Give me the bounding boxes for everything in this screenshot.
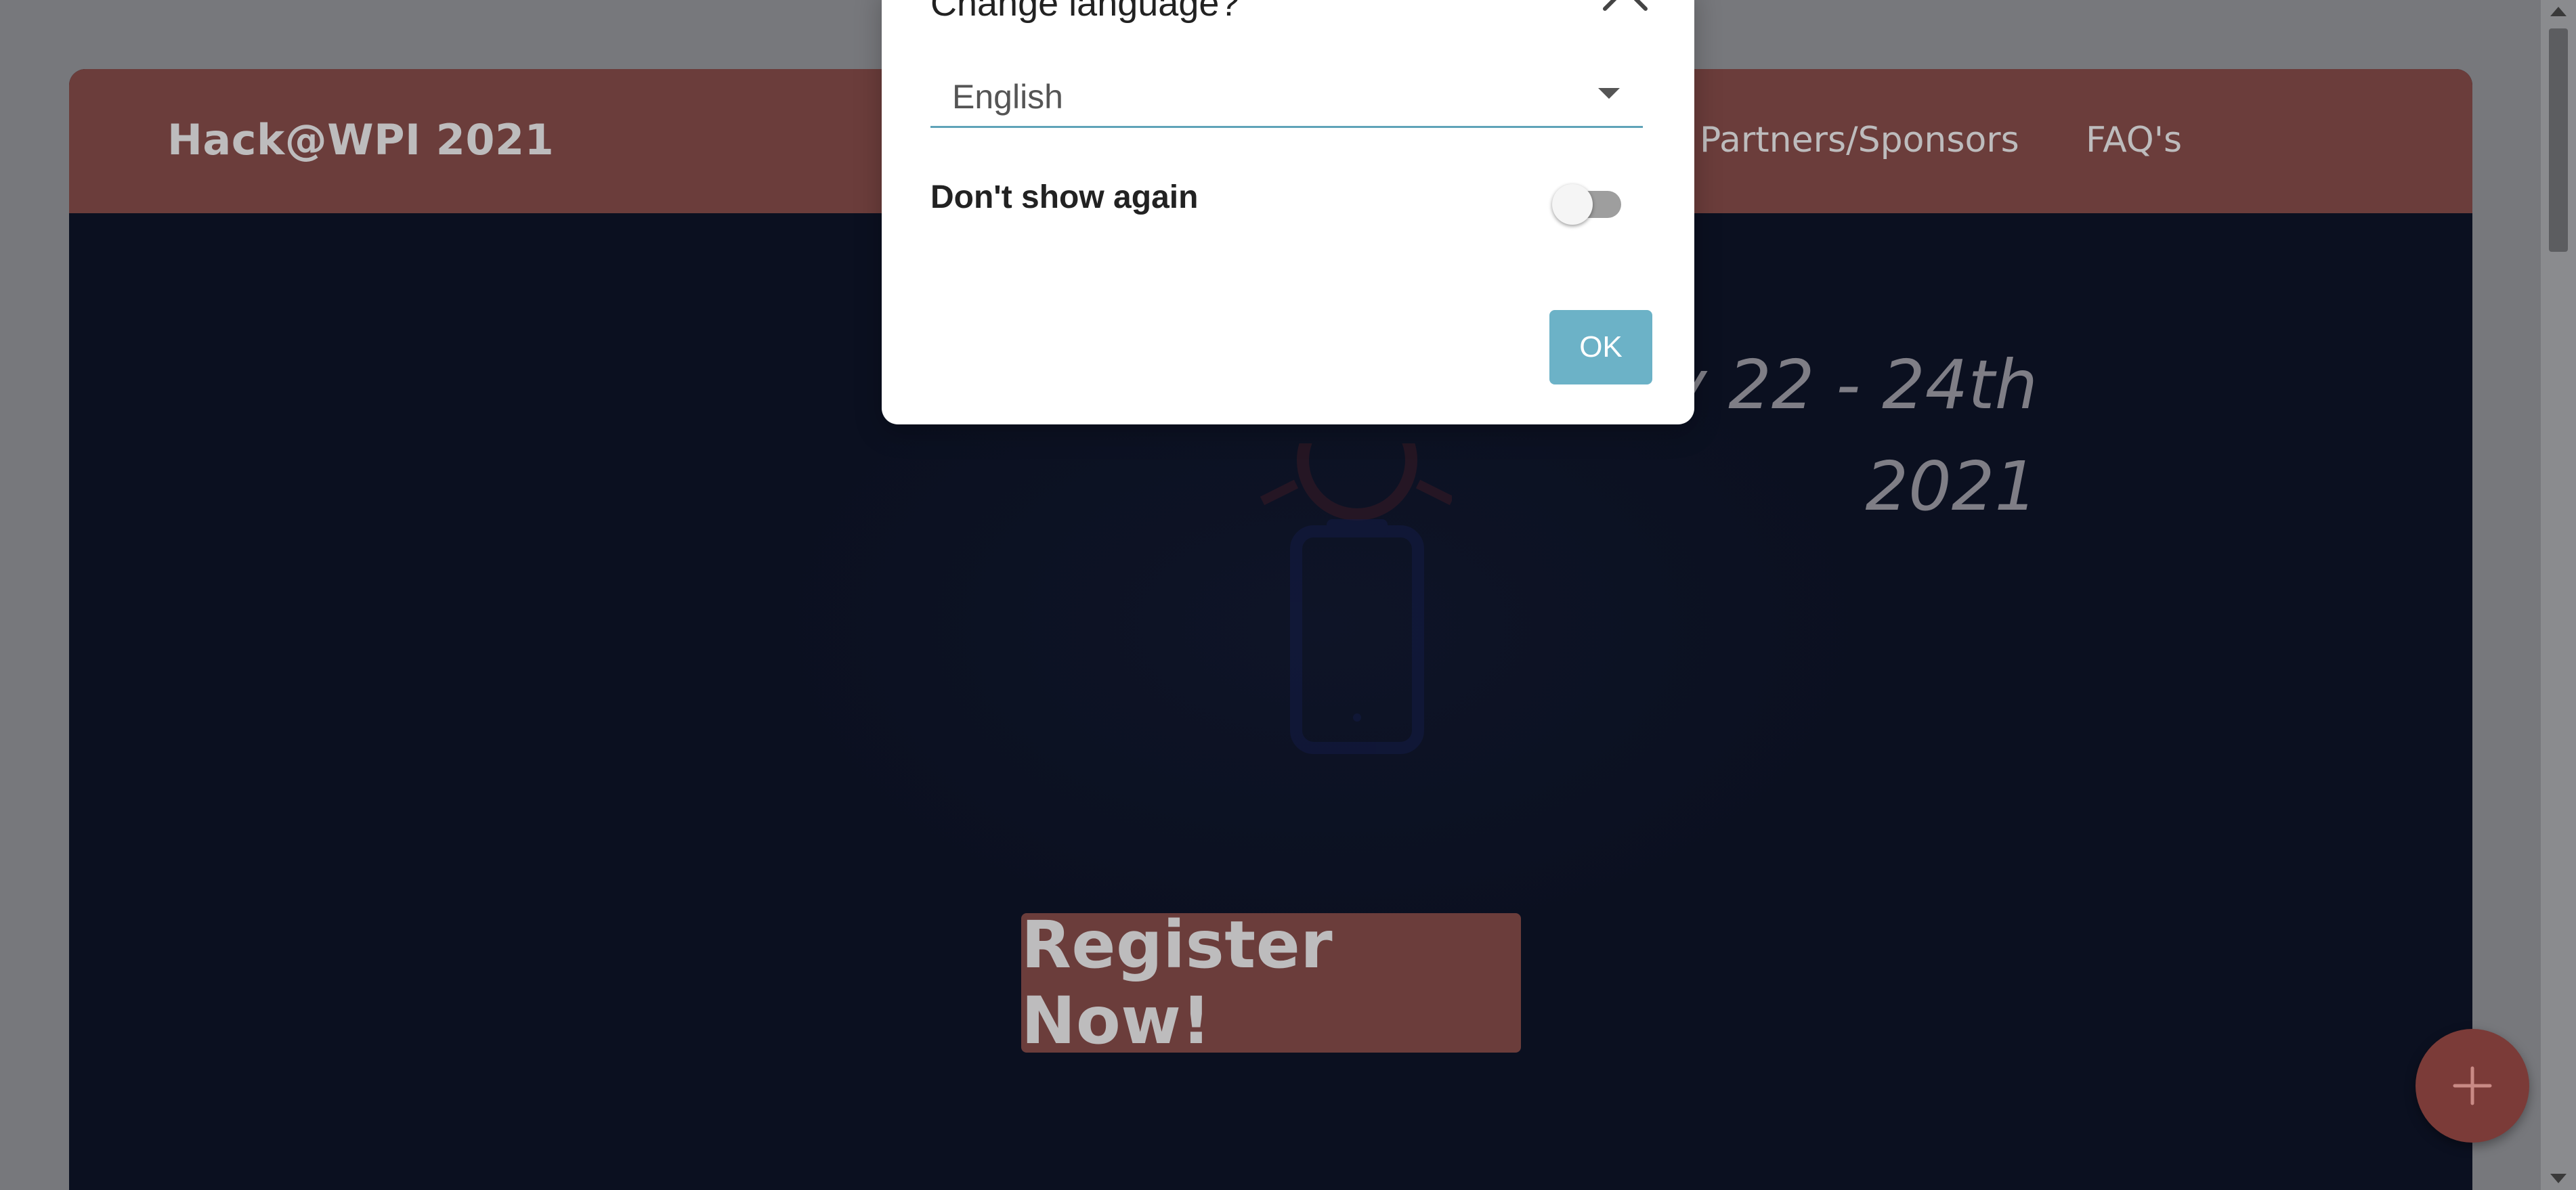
site-brand[interactable]: Hack@WPI 2021 bbox=[167, 115, 554, 164]
chevron-up-icon bbox=[1603, 0, 1648, 11]
language-selected-value: English bbox=[952, 78, 1063, 116]
dialog-close-button[interactable] bbox=[1598, 0, 1652, 26]
nav-partners-sponsors[interactable]: Partners/Sponsors bbox=[1700, 120, 2019, 160]
dont-show-again-toggle[interactable] bbox=[1552, 183, 1625, 225]
dont-show-again-label: Don't show again bbox=[930, 179, 1199, 215]
robot-illustration bbox=[1260, 443, 1452, 754]
register-now-button[interactable]: Register Now! bbox=[1021, 907, 1521, 1059]
plus-icon bbox=[2453, 1066, 2492, 1105]
toggle-knob bbox=[1552, 184, 1593, 225]
ok-button[interactable]: OK bbox=[1549, 310, 1652, 384]
event-year-line: 2021 bbox=[1865, 447, 2038, 526]
change-language-dialog: Change language? English Don't show agai… bbox=[882, 0, 1694, 424]
nav-faqs[interactable]: FAQ's bbox=[2086, 120, 2182, 160]
dialog-title: Change language? bbox=[930, 0, 1240, 24]
scroll-down-arrow-icon[interactable] bbox=[2550, 1174, 2567, 1183]
floating-add-button[interactable] bbox=[2416, 1029, 2529, 1143]
page-scrollbar[interactable] bbox=[2541, 0, 2576, 1190]
phone-icon bbox=[1290, 519, 1424, 754]
scroll-thumb[interactable] bbox=[2549, 28, 2568, 252]
event-date-line: ry 22 - 24th bbox=[1639, 345, 2038, 424]
language-select[interactable]: English bbox=[930, 68, 1643, 128]
caret-down-icon bbox=[1598, 88, 1620, 99]
robot-head-icon bbox=[1260, 443, 1452, 521]
scroll-up-arrow-icon[interactable] bbox=[2550, 7, 2567, 16]
